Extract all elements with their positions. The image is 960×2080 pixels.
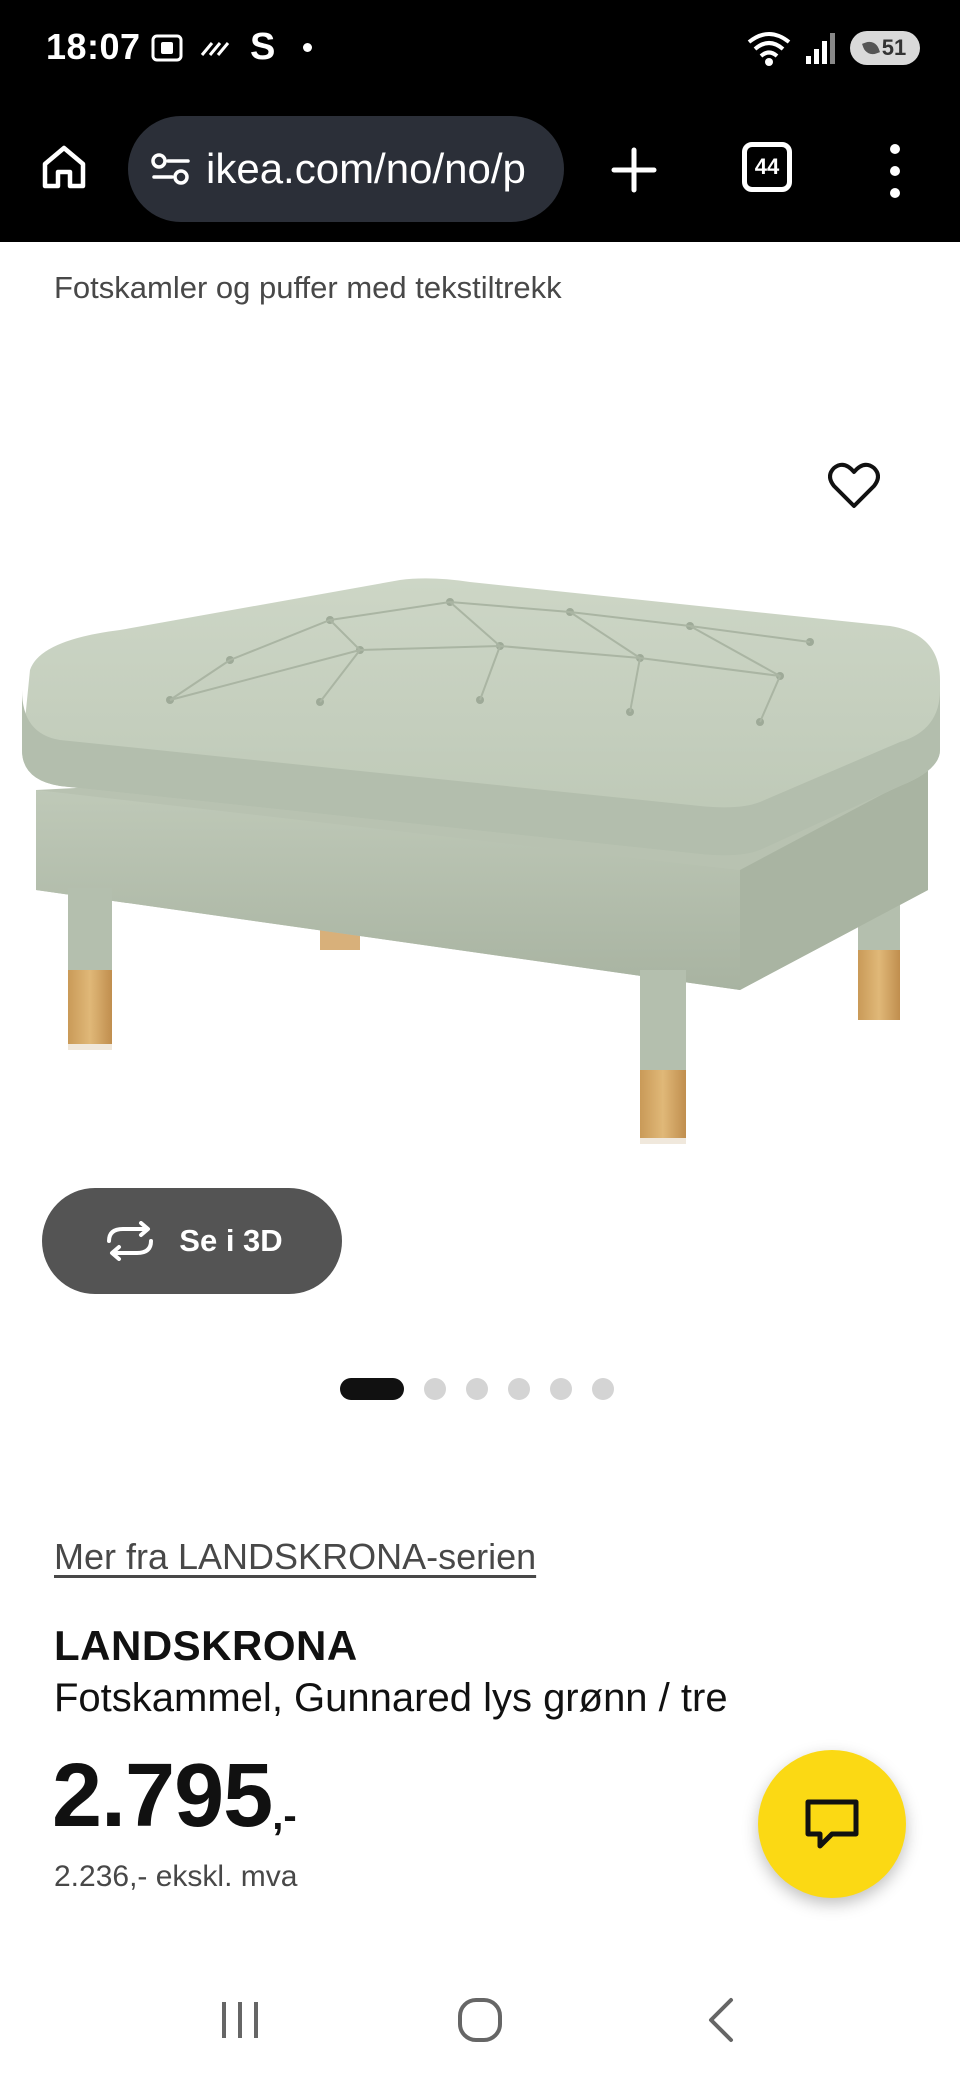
nfc-icon — [200, 41, 230, 56]
address-bar[interactable]: ikea.com/no/no/p — [128, 116, 564, 222]
rotate-3d-icon — [107, 1221, 154, 1261]
url-text[interactable]: ikea.com/no/no/p — [206, 145, 546, 193]
home-icon — [42, 145, 86, 189]
product-name: LANDSKRONA — [54, 1622, 358, 1669]
status-system-icons: 51 — [746, 28, 920, 68]
view-in-3d-button[interactable]: Se i 3D — [42, 1188, 342, 1294]
home-button[interactable] — [32, 132, 96, 202]
more-icon-dot — [890, 188, 900, 198]
tabs-button[interactable]: 44 — [742, 142, 792, 192]
chat-button[interactable] — [758, 1750, 906, 1898]
price-suffix: ,- — [272, 1794, 297, 1838]
signal-icon — [806, 33, 835, 64]
image-carousel-indicator[interactable] — [340, 1378, 614, 1400]
recent-apps-icon — [222, 2002, 258, 2038]
carousel-dot[interactable] — [424, 1378, 446, 1400]
view-in-3d-label: Se i 3D — [179, 1223, 283, 1258]
carousel-dot[interactable] — [550, 1378, 572, 1400]
more-icon-dot — [890, 144, 900, 154]
battery-level: 51 — [881, 35, 907, 60]
price-amount: 2.795 — [52, 1746, 273, 1846]
screenshot-icon — [151, 34, 183, 61]
browser-toolbar: ikea.com/no/no/p 44 — [0, 100, 960, 242]
heart-icon — [828, 462, 880, 508]
series-link[interactable]: Mer fra LANDSKRONA-serien — [54, 1536, 536, 1578]
status-time: 18:07 — [46, 26, 141, 67]
back-button[interactable] — [680, 1980, 760, 2060]
home-circle-icon — [458, 1998, 502, 2042]
product-price: 2.795 ,- — [52, 1746, 297, 1846]
recent-apps-button[interactable] — [200, 1980, 280, 2060]
system-navigation-bar — [0, 1960, 960, 2080]
tab-count: 44 — [754, 154, 780, 179]
product-description: Fotskammel, Gunnared lys grønn / tre — [54, 1676, 728, 1720]
home-nav-button[interactable] — [440, 1980, 520, 2060]
favorite-button[interactable] — [822, 454, 886, 518]
carousel-dot[interactable] — [508, 1378, 530, 1400]
site-settings-icon[interactable] — [150, 152, 192, 186]
carousel-dot[interactable] — [592, 1378, 614, 1400]
carrier-letter: S — [250, 26, 276, 68]
chat-icon — [805, 1799, 859, 1849]
battery-icon: 51 — [850, 31, 920, 65]
status-bar: 18:07 S 51 — [0, 0, 960, 100]
wifi-icon — [747, 32, 791, 66]
back-icon — [709, 1998, 733, 2042]
carousel-dot-active[interactable] — [340, 1378, 404, 1400]
new-tab-icon — [611, 147, 657, 193]
price-excl-vat: 2.236,- ekskl. mva — [54, 1860, 298, 1893]
more-menu-button[interactable] — [880, 138, 910, 204]
status-notification-icons: S — [150, 26, 313, 69]
product-image[interactable] — [0, 330, 960, 1170]
product-category: Fotskamler og puffer med tekstiltrekk — [54, 270, 562, 305]
more-icon-dot — [890, 166, 900, 176]
new-tab-button[interactable] — [604, 140, 664, 200]
notification-dot — [303, 43, 313, 52]
carousel-dot[interactable] — [466, 1378, 488, 1400]
